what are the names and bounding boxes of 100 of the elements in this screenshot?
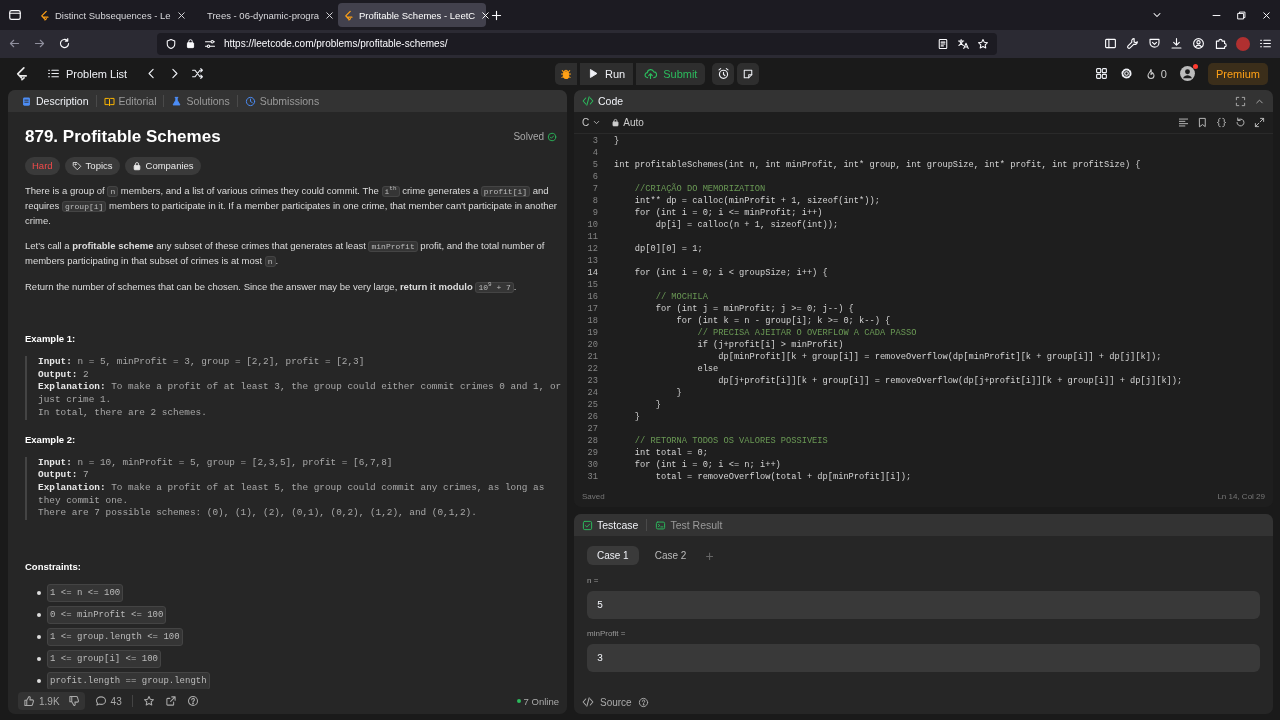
line-number: 10 — [586, 219, 598, 231]
document-icon — [21, 95, 32, 107]
description-paragraph: There is a group of n members, and a list of various crimes they could commit. The i$^{th}$ crime generates a profit[i] and requires group[i] members to participate in it. If a member participates in one crime, that member can't participate in another crime. — [25, 184, 557, 228]
forward-icon[interactable] — [33, 37, 46, 50]
braces-icon[interactable] — [1216, 117, 1227, 128]
help-icon[interactable] — [637, 696, 649, 708]
constraint: 1 <= group[i] <= 100 — [47, 650, 162, 669]
source-link[interactable]: Source — [600, 696, 632, 708]
run-button[interactable]: Run — [580, 62, 634, 85]
translate-icon[interactable] — [957, 37, 969, 50]
fullscreen-icon[interactable] — [1235, 95, 1246, 107]
code-line: if (j+profit[i] > minProfit) — [696, 339, 844, 351]
browser-tab[interactable]: Trees - 06-dynamic-progra — [186, 3, 334, 27]
code-line: else — [696, 363, 719, 375]
example-title: Example 1: — [25, 332, 77, 346]
line-number: 25 — [586, 399, 598, 411]
online-count: 7 Online — [523, 695, 559, 707]
panel-tab[interactable]: Testcase — [582, 519, 639, 531]
thumbs-down-icon[interactable] — [67, 695, 80, 707]
code-line: // RETORNA TODOS OS VALORES POSSIVEIS — [633, 435, 828, 447]
panel-tab[interactable]: Test Result — [655, 519, 723, 531]
problem-list-link[interactable]: Problem List — [47, 67, 128, 80]
bookmark-star-icon[interactable] — [977, 37, 989, 50]
line-number: 31 — [586, 471, 598, 483]
back-icon[interactable] — [8, 37, 21, 50]
language-select[interactable]: C — [582, 117, 602, 128]
auto-mode[interactable]: Auto — [611, 117, 644, 128]
sidebar-icon[interactable] — [1104, 37, 1117, 50]
parameter-field[interactable]: 5 — [587, 591, 1260, 619]
bookmark-icon[interactable] — [1197, 117, 1208, 128]
panel-tab[interactable]: Solutions — [166, 95, 235, 107]
code-line: int total = 0; — [633, 447, 708, 459]
reader-view-icon[interactable] — [937, 37, 949, 50]
wrench-icon[interactable] — [1126, 37, 1139, 50]
code-line: for (int i = 0; i <= minProfit; i++) — [633, 207, 823, 219]
chevron-down-icon — [592, 118, 602, 127]
example-title: Example 2: — [25, 432, 77, 447]
line-number: 6 — [591, 171, 598, 183]
format-icon[interactable] — [1178, 117, 1189, 128]
line-number: 20 — [586, 339, 598, 351]
case-tab[interactable]: Case 2 — [644, 546, 697, 565]
help-icon[interactable] — [186, 695, 199, 707]
browser-tab[interactable]: Profitable Schemes - LeetC — [338, 3, 486, 27]
alarm-clock-icon — [716, 67, 730, 80]
premium-button[interactable]: Premium — [1208, 62, 1268, 85]
avatar-icon[interactable] — [1179, 65, 1196, 82]
pocket-icon[interactable] — [1148, 37, 1161, 50]
example-line: In total, there are 2 schemes. — [38, 406, 208, 420]
tag-chip[interactable]: Topics — [64, 157, 120, 175]
code-line: } — [654, 399, 661, 411]
tab-list-icon[interactable] — [8, 8, 22, 22]
streak-counter[interactable]: 0 — [1144, 67, 1167, 80]
code-line: dp[0][0] = 1; — [633, 243, 703, 255]
comments-button[interactable]: 43 — [94, 695, 122, 707]
restore-icon[interactable] — [1236, 9, 1247, 21]
new-tab-icon[interactable] — [490, 8, 503, 22]
bullet-icon — [37, 591, 41, 596]
extensions-icon[interactable] — [1214, 37, 1227, 50]
parameter-field[interactable]: 3 — [587, 644, 1260, 672]
star-icon[interactable] — [142, 695, 155, 707]
case-tab[interactable]: Case 1 — [587, 546, 639, 565]
cloud-upload-icon — [644, 67, 658, 80]
line-number: 13 — [586, 255, 598, 267]
settings-icon[interactable] — [1119, 67, 1133, 80]
difficulty-badge: Hard — [25, 157, 60, 175]
tag-chip[interactable]: Companies — [124, 157, 201, 175]
browser-tab[interactable]: Distinct Subsequences - Le — [34, 3, 182, 27]
account-icon[interactable] — [1192, 37, 1205, 50]
close-icon[interactable] — [1261, 9, 1272, 21]
line-number: 5 — [591, 159, 598, 171]
notes-button[interactable] — [737, 62, 760, 85]
address-bar[interactable]: https://leetcode.com/problems/profitable-schemes/ — [157, 32, 997, 55]
reload-icon[interactable] — [58, 37, 71, 50]
panel-tab[interactable]: Submissions — [239, 95, 325, 107]
code-line: for (int i = 0; i <= n; i++) — [633, 459, 781, 471]
logo-icon[interactable] — [14, 66, 29, 81]
close-icon[interactable] — [480, 9, 492, 21]
code-line: // PRECISA AJEITAR O OVERFLOW A CADA PASSO — [696, 327, 917, 339]
code-line: // MOCHILA — [654, 291, 708, 303]
panel-tab[interactable]: Description — [16, 95, 94, 107]
expand-icon[interactable] — [1254, 117, 1265, 128]
download-icon[interactable] — [1170, 37, 1183, 50]
line-number: 7 — [591, 183, 598, 195]
constraint: 1 <= group.length <= 100 — [47, 628, 183, 647]
line-number: 17 — [586, 303, 598, 315]
timer-button[interactable] — [712, 62, 735, 85]
panel-tab[interactable]: Editorial — [98, 95, 162, 107]
line-number: 9 — [591, 207, 598, 219]
shuffle-icon[interactable] — [191, 67, 205, 80]
example-line: Input: n = 10, minProfit = 5, group = [2,3,5], profit = [6,7,8] — [38, 456, 394, 470]
submit-button[interactable]: Submit — [636, 62, 706, 85]
constraint: 1 <= n <= 100 — [47, 584, 124, 603]
reset-icon[interactable] — [1235, 117, 1246, 128]
menu-icon[interactable] — [1259, 37, 1272, 50]
close-icon[interactable] — [324, 9, 336, 21]
close-icon[interactable] — [175, 9, 187, 21]
debug-button[interactable] — [555, 62, 577, 85]
layout-icon[interactable] — [1094, 67, 1108, 80]
share-icon[interactable] — [164, 695, 177, 707]
code-line: } — [614, 135, 620, 147]
